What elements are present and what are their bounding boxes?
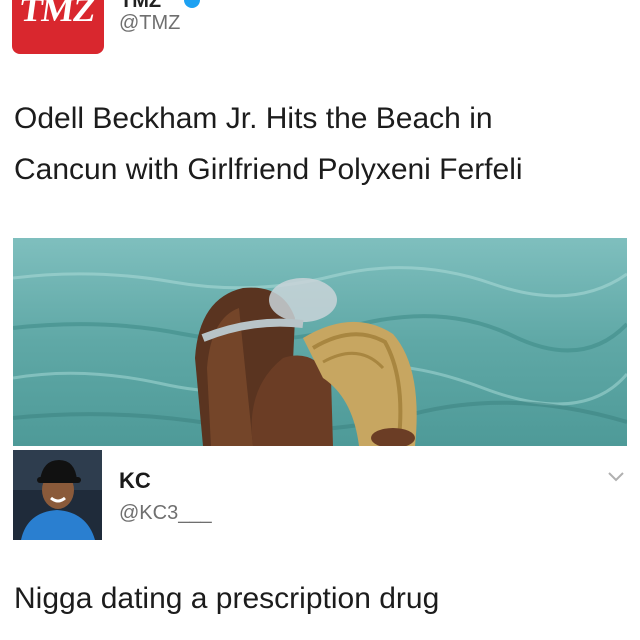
kc-avatar[interactable] [13, 450, 102, 540]
tmz-logo-text: TMZ [17, 0, 98, 29]
tweet-text: Odell Beckham Jr. Hits the Beach in Canc… [14, 93, 614, 195]
tweet-text-line-2: Cancun with Girlfriend Polyxeni Ferfeli [14, 153, 523, 186]
user-avatar-icon [13, 450, 102, 540]
chevron-down-icon[interactable] [607, 470, 625, 482]
beach-couple-image [13, 238, 627, 446]
verified-badge-icon [184, 0, 200, 8]
tmz-avatar-logo[interactable]: TMZ [12, 0, 104, 54]
tmz-handle[interactable]: @TMZ [119, 12, 180, 35]
tweet-text-line-1: Odell Beckham Jr. Hits the Beach in [14, 102, 493, 135]
kc-display-name[interactable]: KC [119, 468, 151, 494]
kc-handle[interactable]: @KC3___ [119, 502, 212, 525]
tweet-photo[interactable] [13, 238, 627, 446]
reply-text: Nigga dating a prescription drug [14, 582, 440, 615]
